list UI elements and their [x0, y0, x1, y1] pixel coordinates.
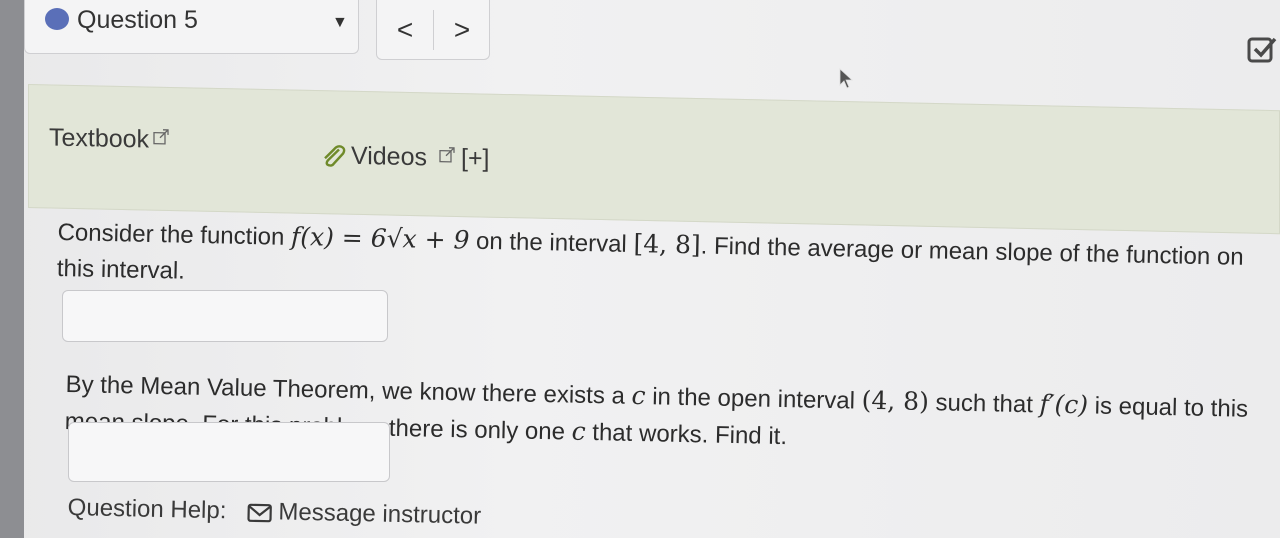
open-interval-expression: (4, 8) [861, 385, 930, 417]
text-segment: such that [928, 389, 1040, 419]
question-help-label: Question Help: [67, 494, 227, 525]
variable-c: c [631, 380, 646, 411]
text-segment: Consider the function [57, 218, 292, 251]
text-segment: that works. Find it. [585, 418, 788, 451]
interval-expression: [4, 8] [633, 229, 701, 260]
text-segment: on the interval [469, 227, 634, 259]
question-help: Question Help: Message instructor [67, 494, 481, 531]
text-segment: in the open interval [645, 383, 862, 415]
mean-slope-answer-input[interactable] [62, 290, 388, 342]
text-segment: By the Mean Value Theorem, we know there… [65, 370, 632, 410]
derivative-expression: f′(c) [1039, 389, 1089, 420]
function-expression: f(x) = 6√x + 9 [290, 221, 470, 255]
variable-c: c [571, 416, 586, 446]
question-content: Consider the function f(x) = 6√x + 9 on … [0, 0, 1280, 538]
message-instructor-link[interactable]: Message instructor [278, 498, 481, 529]
envelope-icon [247, 503, 272, 522]
c-value-answer-input[interactable] [68, 422, 390, 482]
